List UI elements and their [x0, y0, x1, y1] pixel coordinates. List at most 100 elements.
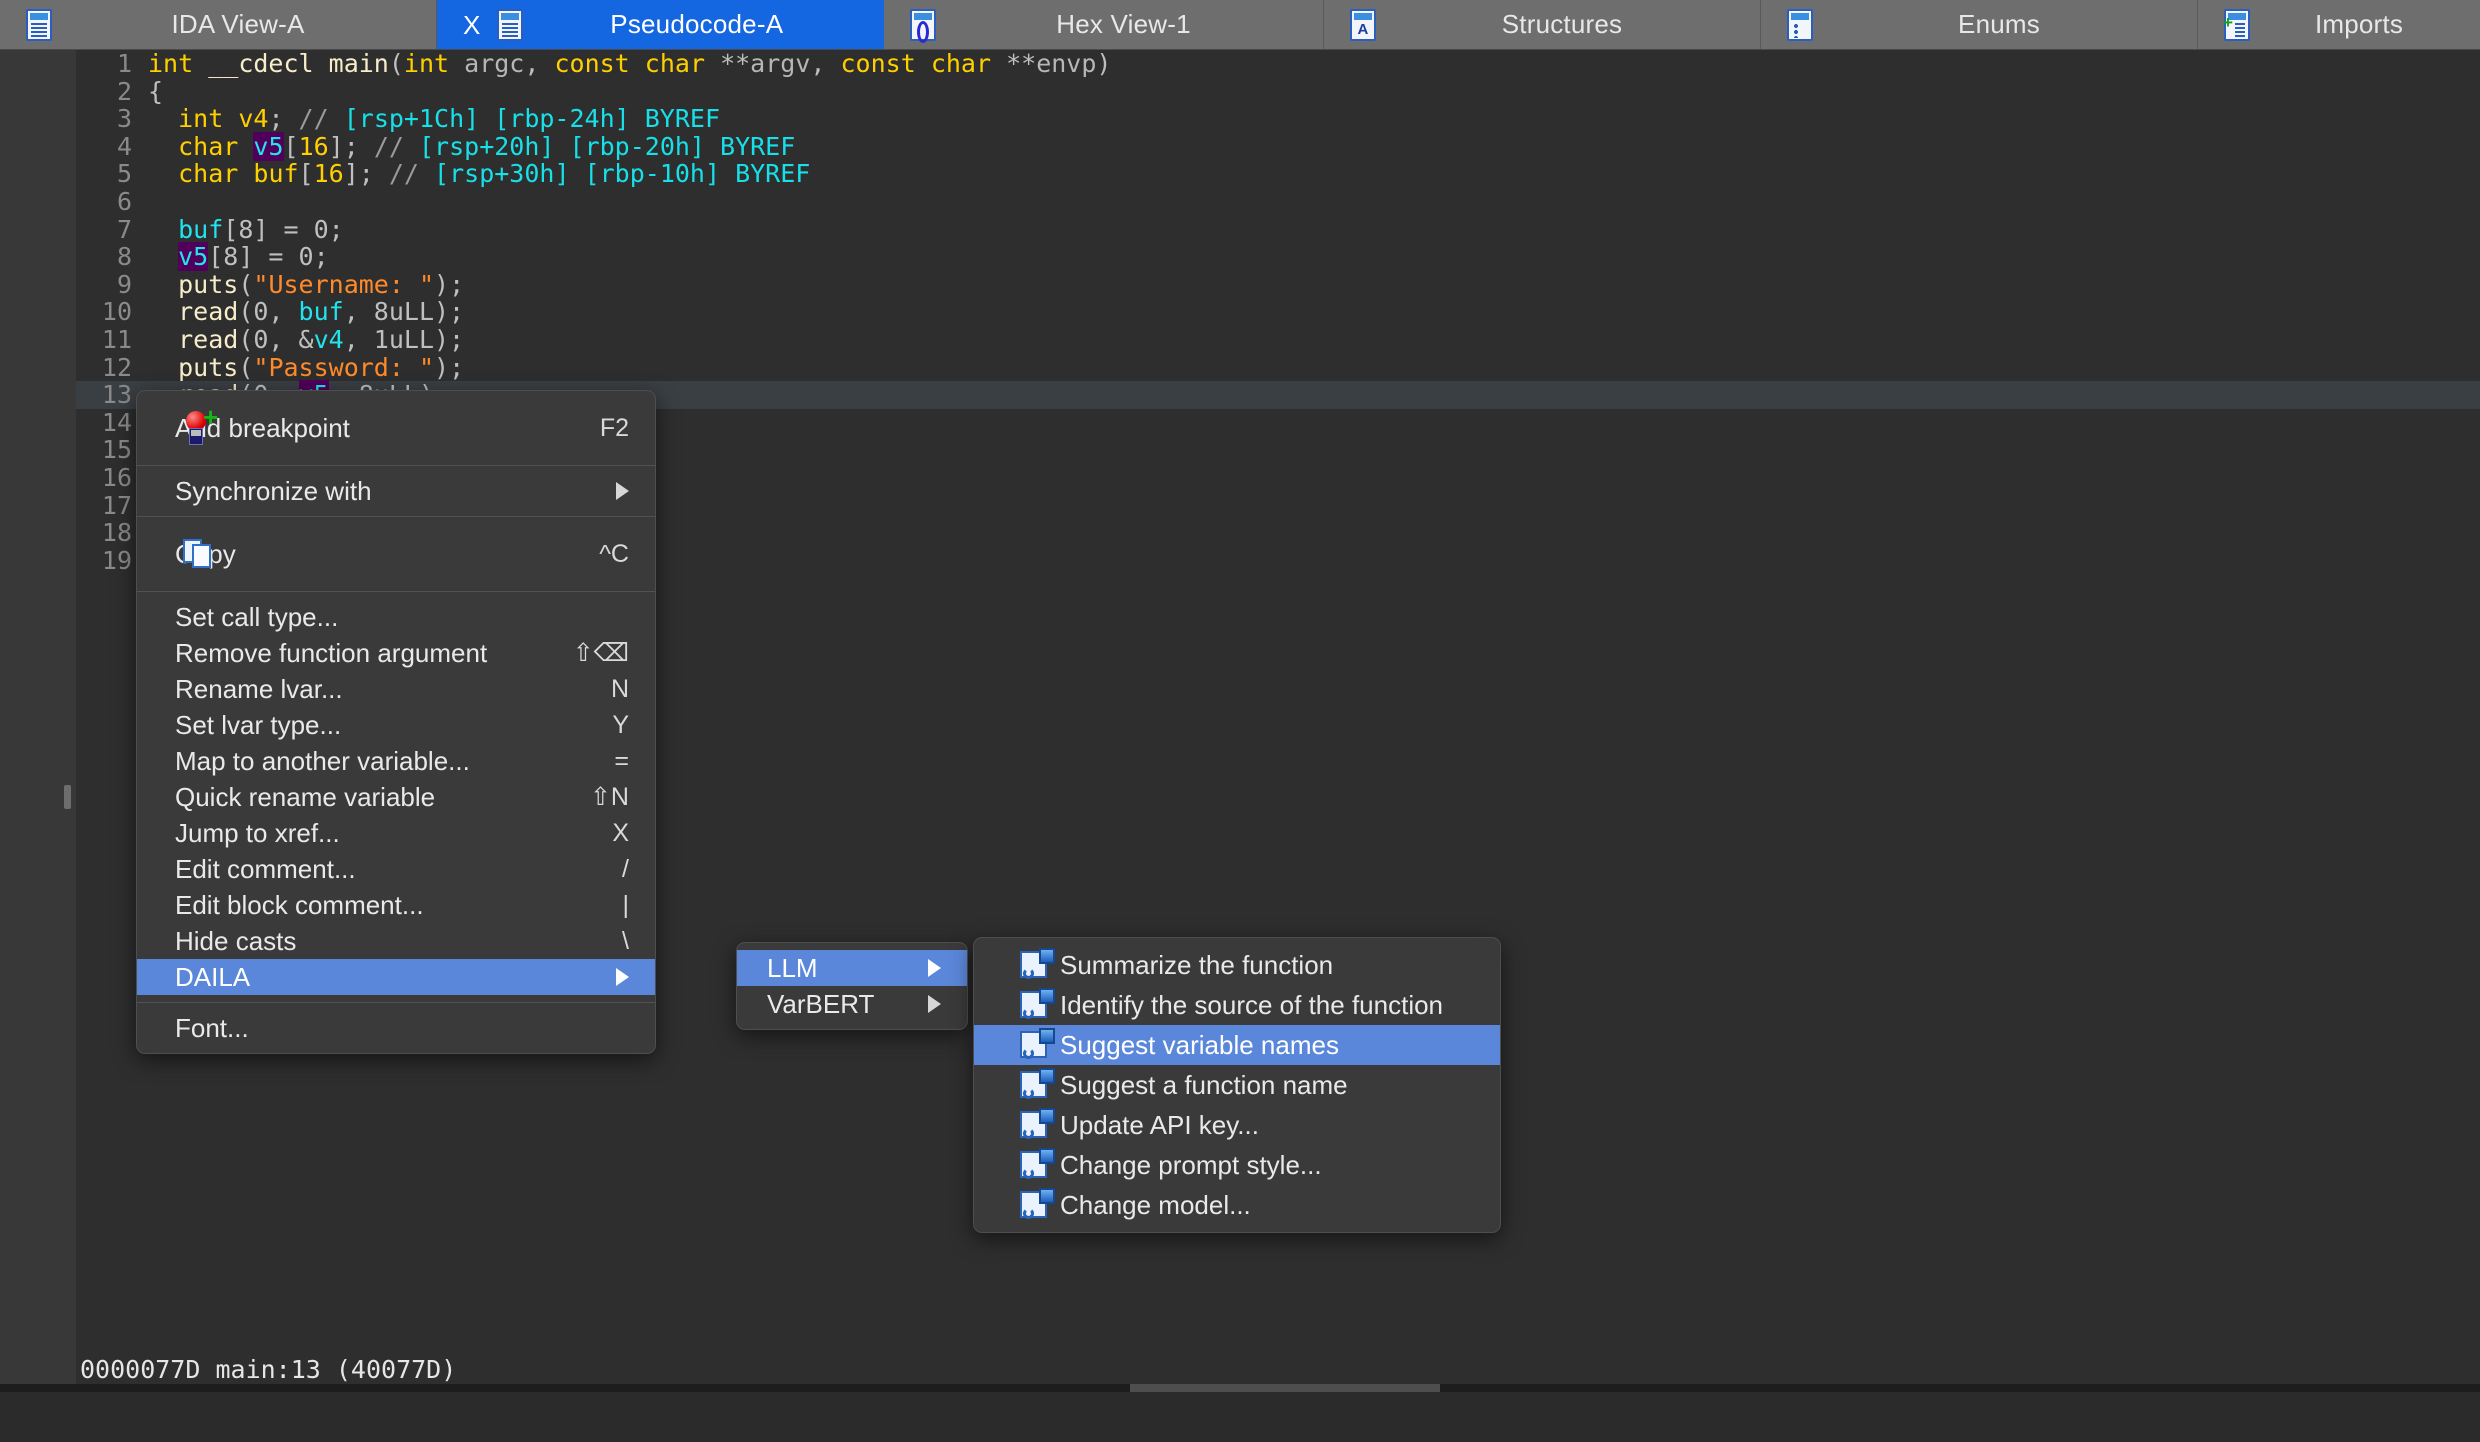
code-line[interactable]: 5 char buf[16]; // [rsp+30h] [rbp-10h] B…	[76, 160, 2480, 188]
line-text: puts("Password: ");	[148, 353, 464, 382]
line-number: 19	[76, 547, 132, 575]
menu-item-edit-block-comment[interactable]: Edit block comment... |	[137, 887, 655, 923]
menu-separator	[137, 1002, 655, 1003]
hex-view-icon	[910, 9, 936, 41]
daila-submenu[interactable]: LLMVarBERT	[736, 942, 968, 1030]
menu-item-add-breakpoint[interactable]: +Add breakpointF2	[137, 398, 655, 458]
line-text: char v5[16]; // [rsp+20h] [rbp-20h] BYRE…	[148, 132, 795, 161]
line-number: 10	[76, 298, 132, 326]
menu-item-set-lvar-type[interactable]: Set lvar type...Y	[137, 707, 655, 743]
llm-menu-item-identify-the-source-of-the-function[interactable]: Identify the source of the function	[974, 985, 1500, 1025]
imports-icon: +	[2224, 9, 2250, 41]
menu-item-map-to-another-variable[interactable]: Map to another variable... =	[137, 743, 655, 779]
status-text: 0000077D main:13 (40077D)	[80, 1355, 456, 1384]
llm-menu-item-label: Suggest variable names	[1060, 1030, 1474, 1061]
llm-menu-item-label: Summarize the function	[1060, 950, 1474, 981]
line-text: int __cdecl main(int argc, const char **…	[148, 50, 1111, 78]
menu-item-set-call-type[interactable]: Set call type...	[137, 599, 655, 635]
menu-item-quick-rename-variable[interactable]: Quick rename variable ⇧N	[137, 779, 655, 815]
llm-menu-item-suggest-variable-names[interactable]: Suggest variable names	[974, 1025, 1500, 1065]
menu-item-jump-to-xref[interactable]: Jump to xref...X	[137, 815, 655, 851]
line-number: 1	[76, 50, 132, 78]
menu-shortcut: ^C	[599, 540, 629, 569]
llm-menu-item-summarize-the-function[interactable]: Summarize the function	[974, 945, 1500, 985]
tab-label: Pseudocode-A	[537, 9, 857, 40]
llm-menu-item-change-prompt-style[interactable]: Change prompt style...	[974, 1145, 1500, 1185]
menu-shortcut: \	[622, 927, 629, 956]
tab-structures[interactable]: Structures	[1324, 0, 1761, 49]
menu-item-remove-function-argument[interactable]: Remove function argument⇧⌫	[137, 635, 655, 671]
line-text: char buf[16]; // [rsp+30h] [rbp-10h] BYR…	[148, 159, 810, 188]
code-line[interactable]: 6	[76, 188, 2480, 216]
code-line[interactable]: 3 int v4; // [rsp+1Ch] [rbp-24h] BYREF	[76, 105, 2480, 133]
line-text: read(0, buf, 8uLL);	[148, 297, 464, 326]
code-line[interactable]: 8 v5[8] = 0;	[76, 243, 2480, 271]
line-number: 7	[76, 216, 132, 244]
llm-menu-item-suggest-a-function-name[interactable]: Suggest a function name	[974, 1065, 1500, 1105]
context-menu[interactable]: +Add breakpointF2 Synchronize with Copy ^C S…	[136, 390, 656, 1054]
tab-label: Hex View-1	[950, 9, 1297, 40]
llm-menu-item-label: Change prompt style...	[1060, 1150, 1474, 1181]
submenu-arrow-icon	[928, 959, 941, 977]
menu-item-rename-lvar[interactable]: Rename lvar...N	[137, 671, 655, 707]
close-icon[interactable]: X	[463, 12, 483, 38]
menu-item-label: Copy	[175, 539, 553, 570]
line-number: 4	[76, 133, 132, 161]
menu-item-font[interactable]: Font...	[137, 1010, 655, 1046]
tab-ida-view-a[interactable]: IDA View-A	[0, 0, 437, 49]
llm-menu-item-label: Update API key...	[1060, 1110, 1474, 1141]
llm-menu-item-update-api-key[interactable]: Update API key...	[974, 1105, 1500, 1145]
code-line[interactable]: 4 char v5[16]; // [rsp+20h] [rbp-20h] BY…	[76, 133, 2480, 161]
llm-submenu[interactable]: Summarize the function Identify the sourc…	[973, 937, 1501, 1233]
tab-hex-view-1[interactable]: Hex View-1	[884, 0, 1324, 49]
llm-menu-item-label: Change model...	[1060, 1190, 1474, 1221]
line-number: 11	[76, 326, 132, 354]
tab-imports[interactable]: + Imports	[2198, 0, 2480, 49]
breakpoint-gutter[interactable]	[0, 50, 76, 1392]
enums-icon	[1787, 9, 1813, 41]
menu-item-label: Map to another variable...	[175, 746, 568, 777]
menu-item-label: Quick rename variable	[175, 782, 544, 813]
plugin-icon	[1020, 988, 1054, 1022]
gutter-grip-handle[interactable]	[64, 785, 71, 809]
code-line[interactable]: 11 read(0, &v4, 1uLL);	[76, 326, 2480, 354]
line-number: 12	[76, 354, 132, 382]
code-line[interactable]: 2{	[76, 78, 2480, 106]
menu-item-hide-casts[interactable]: Hide casts\	[137, 923, 655, 959]
plugin-icon	[1020, 1068, 1054, 1102]
menu-shortcut: Y	[612, 711, 629, 740]
menu-item-edit-comment[interactable]: Edit comment.../	[137, 851, 655, 887]
submenu-item-llm[interactable]: LLM	[737, 950, 967, 986]
code-line[interactable]: 1 int __cdecl main(int argc, const char *…	[76, 50, 2480, 78]
llm-menu-item-label: Identify the source of the function	[1060, 990, 1474, 1021]
pseudocode-icon	[497, 9, 523, 41]
tab-pseudocode-a[interactable]: X Pseudocode-A	[437, 0, 884, 49]
menu-item-daila[interactable]: DAILA	[137, 959, 655, 995]
code-line[interactable]: 7 buf[8] = 0;	[76, 216, 2480, 244]
code-line[interactable]: 10 read(0, buf, 8uLL);	[76, 298, 2480, 326]
menu-shortcut: =	[614, 747, 629, 776]
tab-enums[interactable]: Enums	[1761, 0, 2198, 49]
line-number: 14	[76, 409, 132, 437]
line-number: 17	[76, 492, 132, 520]
menu-shortcut: X	[612, 819, 629, 848]
llm-menu-item-change-model[interactable]: Change model...	[974, 1185, 1500, 1225]
menu-item-label: Edit block comment...	[175, 890, 577, 921]
menu-item-copy[interactable]: Copy ^C	[137, 524, 655, 584]
menu-item-synchronize-with[interactable]: Synchronize with	[137, 473, 655, 509]
line-text: buf[8] = 0;	[148, 215, 344, 244]
menu-item-label: Add breakpoint	[175, 413, 554, 444]
line-number: 9	[76, 271, 132, 299]
code-line[interactable]: 9 puts("Username: ");	[76, 271, 2480, 299]
tab-label: Imports	[2264, 9, 2454, 40]
submenu-item-varbert[interactable]: VarBERT	[737, 986, 967, 1022]
menu-shortcut: |	[623, 891, 630, 920]
structures-icon	[1350, 9, 1376, 41]
code-line[interactable]: 12 puts("Password: ");	[76, 354, 2480, 382]
menu-separator	[137, 516, 655, 517]
line-number: 6	[76, 188, 132, 216]
menu-item-label: Synchronize with	[175, 476, 576, 507]
line-number: 3	[76, 105, 132, 133]
menu-shortcut: ⇧N	[590, 782, 629, 812]
line-text: int v4; // [rsp+1Ch] [rbp-24h] BYREF	[148, 104, 720, 133]
